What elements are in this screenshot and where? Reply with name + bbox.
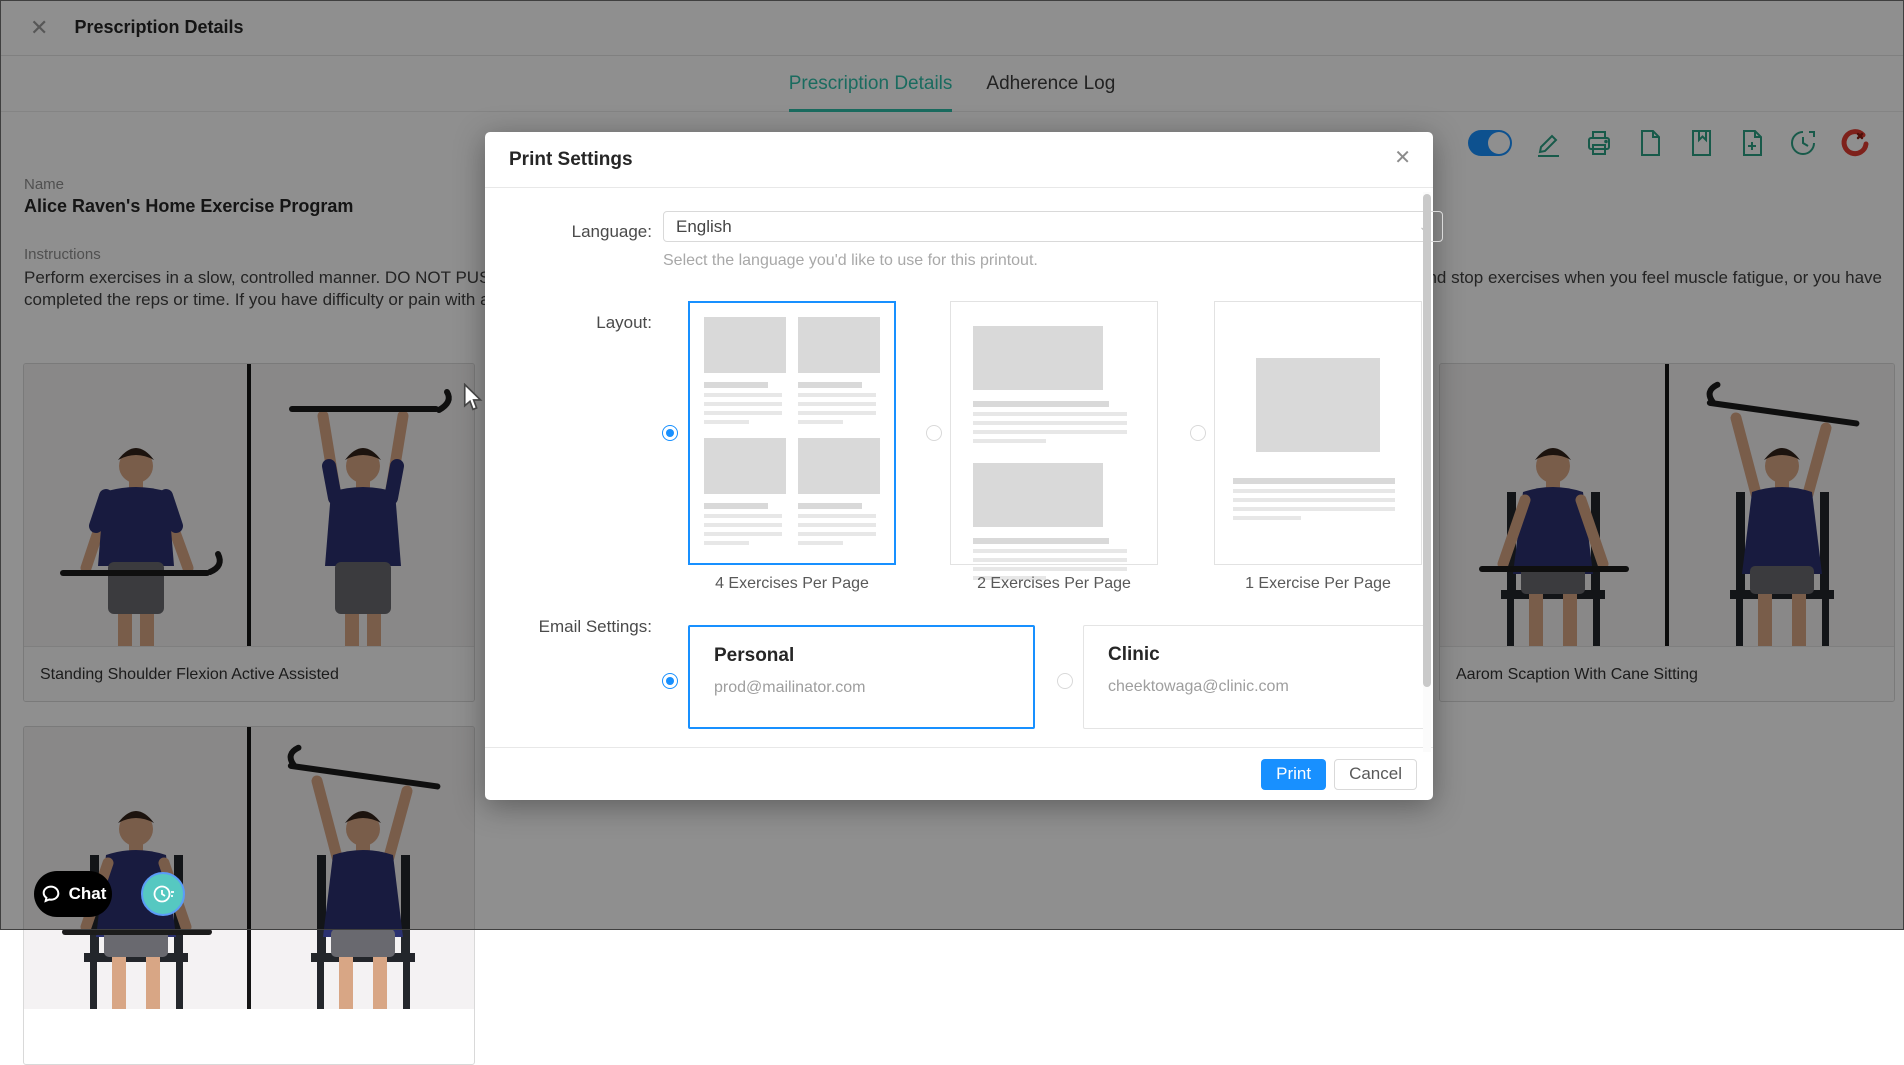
layout-radio-1-per-page[interactable]: [1190, 425, 1206, 441]
email-option-personal[interactable]: Personal prod@mailinator.com: [688, 625, 1035, 729]
layout-radio-4-per-page[interactable]: [662, 425, 678, 441]
layout-thumbnail-1: [1214, 301, 1422, 565]
history-fab-button[interactable]: [141, 872, 185, 916]
layout-caption-1: 1 Exercise Per Page: [1214, 575, 1422, 593]
chat-button[interactable]: Chat: [34, 871, 112, 917]
email-option-title: Personal: [714, 645, 1009, 667]
email-option-address: prod@mailinator.com: [714, 679, 1009, 697]
language-help-text: Select the language you'd like to use fo…: [663, 252, 1038, 270]
chat-label: Chat: [69, 884, 107, 904]
email-settings-label: Email Settings:: [530, 617, 652, 637]
layout-option-4-per-page[interactable]: 4 Exercises Per Page: [688, 301, 896, 593]
cancel-button[interactable]: Cancel: [1334, 759, 1417, 790]
clock-icon: [151, 882, 175, 906]
layout-option-1-per-page[interactable]: 1 Exercise Per Page: [1214, 301, 1422, 593]
scrollbar-thumb[interactable]: [1423, 194, 1431, 687]
layout-caption-2: 2 Exercises Per Page: [950, 575, 1158, 593]
email-option-clinic[interactable]: Clinic cheektowaga@clinic.com: [1083, 625, 1429, 729]
modal-footer: Print Cancel: [485, 747, 1433, 800]
chat-bubble-icon: [40, 883, 62, 905]
email-option-address: cheektowaga@clinic.com: [1108, 678, 1404, 696]
modal-header: Print Settings ✕: [485, 132, 1433, 188]
layout-thumbnail-4: [688, 301, 896, 565]
email-option-title: Clinic: [1108, 644, 1404, 666]
modal-body: Language: English ⌄ Select the language …: [530, 189, 1393, 747]
modal-close-icon[interactable]: ✕: [1394, 148, 1411, 168]
language-selected-value: English: [676, 217, 732, 237]
layout-radio-2-per-page[interactable]: [926, 425, 942, 441]
layout-option-2-per-page[interactable]: 2 Exercises Per Page: [950, 301, 1158, 593]
modal-title: Print Settings: [509, 149, 633, 171]
modal-scrollbar[interactable]: [1423, 192, 1431, 752]
layout-caption-4: 4 Exercises Per Page: [688, 575, 896, 593]
print-button[interactable]: Print: [1261, 759, 1326, 790]
language-select[interactable]: English ⌄: [663, 211, 1443, 242]
language-label: Language:: [530, 216, 652, 247]
email-radio-personal[interactable]: [662, 673, 678, 689]
layout-thumbnail-2: [950, 301, 1158, 565]
print-settings-modal: Print Settings ✕ Language: English ⌄ Sel…: [485, 132, 1433, 800]
email-radio-clinic[interactable]: [1057, 673, 1073, 689]
layout-label: Layout:: [530, 313, 652, 333]
